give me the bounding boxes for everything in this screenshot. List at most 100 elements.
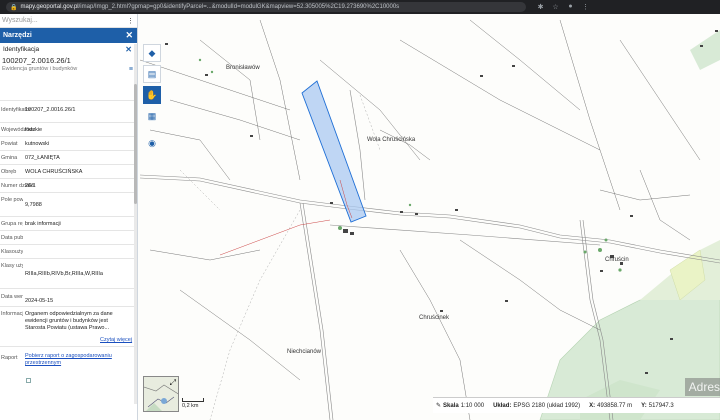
- more-icon[interactable]: ⋮: [127, 17, 134, 25]
- print-icon: ▤: [147, 68, 157, 79]
- attribute-label: Powiat: [1, 141, 18, 147]
- scale-bar-label: 0,2 km: [182, 403, 199, 409]
- identification-header: Identyfikacja ✕: [0, 43, 137, 55]
- star-icon[interactable]: ☆: [551, 3, 560, 11]
- attribute-label: Data weryfikacji: [1, 294, 23, 300]
- expand-icon[interactable]: ⤢: [170, 378, 176, 388]
- tools-title: Narzędzi: [3, 32, 32, 39]
- attribute-label: Grupa rejestrowa: [1, 221, 23, 227]
- attribute-row: Informacja o danych Organem odpowiedzial…: [0, 306, 137, 346]
- attribute-value: WOLA CHRUŚCIŃSKA: [25, 169, 83, 175]
- attribute-row: Grupa rejestrowa brak informacji: [0, 216, 137, 230]
- scrollbar-thumb[interactable]: [134, 84, 137, 204]
- attribute-value: Organem odpowiedzialnym za dane ewidencj…: [25, 311, 113, 331]
- browser-extensions: ✱ ☆ ● ⋮: [536, 3, 590, 11]
- sidebar: Wyszukaj... ⋮ Narzędzi ✕ Identyfikacja ✕…: [0, 14, 138, 420]
- measure-button[interactable]: ✋: [143, 86, 161, 104]
- measure-icon: ✋: [146, 89, 158, 100]
- x-label: X:: [589, 402, 596, 409]
- layers-icon: ◆: [148, 47, 156, 58]
- scale-value: 1:10 000: [460, 402, 485, 409]
- close-icon[interactable]: ✕: [125, 30, 133, 41]
- attribute-row: Klasy użytku RIIIa,RIIIb,RIVb,Br,RIIIa,W…: [0, 258, 137, 288]
- print-button[interactable]: ▤: [143, 65, 161, 83]
- scale-bar-line: [182, 398, 204, 402]
- crs-group[interactable]: Układ: EPSG 2180 (układ 1992): [493, 403, 580, 409]
- puzzle-icon[interactable]: ✱: [536, 3, 545, 11]
- attribute-value: 072_ŁANIĘTA: [25, 155, 60, 161]
- close-icon[interactable]: ✕: [125, 45, 132, 54]
- attribute-row: Województwo łódzkie: [0, 122, 137, 136]
- attribute-row: Data weryfikacji 2024-05-15: [0, 288, 137, 306]
- attribute-value: RIIIa,RIIIb,RIVb,Br,RIIIa,W,RIIIa: [25, 271, 103, 277]
- attribute-row: Klasoużytki: [0, 244, 137, 258]
- attribute-row: Pole pow. w ewidencji gruntów 9,7988: [0, 192, 137, 216]
- search-field[interactable]: Wyszukaj... ⋮: [0, 14, 137, 28]
- address-bar[interactable]: 🔒 mapy.geoportal.gov.pl /imap/Imgp_2.htm…: [6, 2, 526, 12]
- camera-icon: ◉: [148, 137, 156, 148]
- attribute-value: kutnowski: [25, 141, 50, 147]
- attribute-row: Data publikacji: [0, 230, 137, 244]
- camera-button[interactable]: ◉: [143, 134, 161, 152]
- y-label: Y:: [641, 402, 647, 409]
- attribute-label: Raport: [1, 355, 18, 361]
- crs-label: Układ:: [493, 402, 512, 409]
- attribute-value: 100207_2.0016.26/1: [25, 107, 76, 113]
- scale-label: Skala: [443, 402, 459, 409]
- attribute-row: Powiat kutnowski: [0, 136, 137, 150]
- y-coordinate: Y: 517947.3: [641, 403, 674, 409]
- attribute-value: 26/1: [25, 183, 36, 189]
- layers-button[interactable]: ◆: [143, 44, 161, 62]
- place-label: Chruścin: [605, 257, 629, 263]
- status-bar: ✎ Skala 1:10 000 Układ: EPSG 2180 (układ…: [433, 397, 720, 413]
- place-label: Bronisławów: [226, 65, 260, 71]
- list-icon: ▦: [147, 110, 157, 121]
- attribute-row: Numer działki 26/1: [0, 178, 137, 192]
- scale-bar: 0,2 km: [182, 398, 204, 409]
- x-value: 493858.77 m: [597, 402, 633, 409]
- y-value: 517947.3: [648, 402, 674, 409]
- attribute-row: Raport Pobierz raport o zagospodarowaniu…: [0, 346, 137, 374]
- tools-header: Narzędzi ✕: [0, 28, 137, 43]
- layer-subtitle: Ewidencja gruntów i budynków ≡: [0, 66, 137, 75]
- overview-minimap[interactable]: ⤢: [143, 376, 179, 412]
- attribute-label: Pole pow. w ewidencji gruntów: [1, 197, 23, 203]
- search-input[interactable]: Wyszukaj...: [2, 17, 38, 24]
- attribute-value: 2024-05-15: [25, 298, 54, 304]
- attribute-label: Obręb: [1, 169, 17, 175]
- attribute-row: Obręb WOLA CHRUŚCIŃSKA: [0, 164, 137, 178]
- browser-chrome: 🔒 mapy.geoportal.gov.pl /imap/Imgp_2.htm…: [0, 0, 720, 14]
- place-label: Niechcianów: [287, 349, 322, 355]
- crs-value: EPSG 2180 (układ 1992): [513, 402, 581, 409]
- image-placeholder-icon: [26, 378, 31, 383]
- url-path: /imap/Imgp_2.html?gpmap=gp0&identifyParc…: [78, 4, 400, 10]
- x-coordinate: X: 493858.77 m: [589, 403, 632, 409]
- place-label: Chruścinek: [419, 315, 450, 321]
- profile-icon[interactable]: ●: [566, 3, 575, 11]
- attribute-label: Klasoużytki: [1, 249, 23, 255]
- lock-icon: 🔒: [10, 4, 18, 11]
- attribute-row: Gmina 072_ŁANIĘTA: [0, 150, 137, 164]
- attribute-label: Data publikacji: [1, 235, 23, 241]
- parcel-id: 100207_2.0016.26/1: [2, 56, 71, 65]
- attribute-row: Identyfikator 100207_2.0016.26/1: [0, 100, 137, 122]
- list-menu-icon[interactable]: ≡: [129, 66, 133, 75]
- report-link[interactable]: Pobierz raport o zagospodarowaniu przest…: [25, 353, 133, 367]
- layer-subtitle-text: Ewidencja gruntów i budynków: [2, 66, 78, 72]
- identification-title: Identyfikacja: [3, 45, 40, 53]
- attribute-value: łódzkie: [25, 127, 43, 133]
- address-watermark: Adres: [684, 378, 720, 396]
- attribute-label: Gmina: [1, 155, 18, 161]
- scale-icon: ✎: [436, 403, 442, 409]
- menu-icon[interactable]: ⋮: [581, 3, 590, 11]
- list-button[interactable]: ▦: [143, 107, 161, 125]
- scale-group[interactable]: ✎ Skala 1:10 000: [436, 402, 485, 410]
- sidebar-scrollbar[interactable]: [134, 44, 137, 404]
- url-host: mapy.geoportal.gov.pl: [20, 4, 79, 10]
- attribute-value: 9,7988: [25, 202, 42, 208]
- attribute-label: Klasy użytku: [1, 263, 23, 269]
- read-more-link[interactable]: Czytaj więcej: [100, 337, 132, 343]
- place-label: Wola Chruścińska: [367, 137, 416, 143]
- attribute-label: Informacja o danych: [1, 311, 23, 317]
- attribute-value: brak informacji: [25, 221, 61, 227]
